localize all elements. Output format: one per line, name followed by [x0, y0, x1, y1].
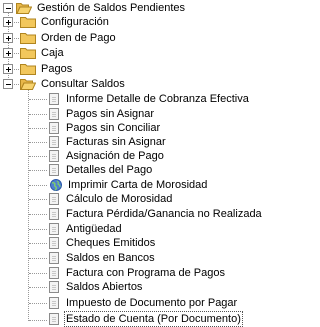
document-icon	[49, 93, 59, 105]
tree-item-label: Informe Detalle de Cobranza Efectiva	[66, 93, 249, 105]
tree-node-label: Configuración	[41, 16, 109, 28]
tree-guide-line	[28, 86, 29, 321]
tree-item-impuesto-documento[interactable]: Impuesto de Documento por Pagar	[49, 295, 239, 311]
folder-icon	[20, 32, 36, 44]
tree-node-label: Orden de Pago	[41, 32, 116, 44]
tree-item-label: Saldos en Bancos	[66, 252, 155, 264]
tree-item-label: Impuesto de Documento por Pagar	[66, 297, 238, 309]
open-folder-icon	[20, 78, 36, 90]
tree-item-factura-perdida-ganancia[interactable]: Factura Pérdida/Ganancia no Realizada	[49, 206, 264, 222]
tree-node-label: Consultar Saldos	[41, 78, 125, 90]
tree-item-estado-de-cuenta[interactable]: Estado de Cuenta (Por Documento)	[49, 311, 243, 327]
tree-node-orden-de-pago[interactable]: Orden de Pago	[20, 30, 118, 46]
tree-item-detalles-del-pago[interactable]: Detalles del Pago	[49, 162, 154, 178]
tree-item-label: Pagos sin Conciliar	[66, 122, 161, 134]
tree-item-label: Cálculo de Morosidad	[66, 193, 173, 205]
tree-node-label: Pagos	[41, 63, 73, 75]
document-icon	[49, 297, 59, 309]
navigation-tree: Gestión de Saldos Pendientes Configuraci…	[0, 0, 262, 327]
document-icon	[49, 313, 59, 325]
document-icon	[49, 164, 59, 176]
expand-toggle[interactable]	[3, 17, 13, 27]
tree-item-label: Estado de Cuenta (Por Documento)	[64, 311, 243, 327]
document-icon	[49, 237, 59, 249]
tree-item-informe-detalle-cobranza[interactable]: Informe Detalle de Cobranza Efectiva	[49, 91, 251, 107]
expand-toggle[interactable]	[3, 33, 13, 43]
tree-item-calculo-de-morosidad[interactable]: Cálculo de Morosidad	[49, 191, 174, 207]
tree-item-label: Asignación de Pago	[66, 150, 164, 162]
document-icon	[49, 208, 59, 220]
tree-item-label: Antigüedad	[66, 223, 122, 235]
tree-node-pagos[interactable]: Pagos	[20, 61, 74, 77]
tree-item-label: Factura con Programa de Pagos	[66, 267, 225, 279]
tree-node-label: Caja	[41, 47, 64, 59]
document-icon	[49, 252, 59, 264]
folder-icon	[20, 16, 36, 28]
tree-item-label: Factura Pérdida/Ganancia no Realizada	[66, 208, 262, 220]
tree-node-consultar-saldos[interactable]: Consultar Saldos	[20, 76, 127, 92]
document-icon	[49, 281, 59, 293]
tree-item-saldos-abiertos[interactable]: Saldos Abiertos	[49, 279, 144, 295]
expand-toggle[interactable]	[3, 64, 13, 74]
collapse-toggle[interactable]	[3, 3, 13, 13]
tree-item-label: Pagos sin Asignar	[66, 108, 155, 120]
tree-item-label: Cheques Emitidos	[66, 237, 156, 249]
document-icon	[49, 108, 59, 120]
tree-node-label: Gestión de Saldos Pendientes	[37, 2, 185, 14]
document-icon	[49, 223, 59, 235]
document-icon	[49, 122, 59, 134]
tree-item-label: Facturas sin Asignar	[66, 136, 166, 148]
tree-node-caja[interactable]: Caja	[20, 45, 66, 61]
tree-item-cheques-emitidos[interactable]: Cheques Emitidos	[49, 235, 157, 251]
tree-item-label: Detalles del Pago	[66, 164, 153, 176]
document-icon	[49, 150, 59, 162]
tree-item-label: Imprimir Carta de Morosidad	[68, 179, 208, 191]
collapse-toggle[interactable]	[3, 79, 13, 89]
open-folder-icon	[16, 2, 32, 14]
tree-node-configuracion[interactable]: Configuración	[20, 14, 111, 30]
folder-icon	[20, 47, 36, 59]
document-icon	[49, 267, 59, 279]
folder-icon	[20, 63, 36, 75]
document-icon	[49, 193, 59, 205]
tree-item-saldos-en-bancos[interactable]: Saldos en Bancos	[49, 250, 157, 266]
globe-icon	[50, 179, 62, 191]
tree-item-label: Saldos Abiertos	[66, 281, 143, 293]
expand-toggle[interactable]	[3, 48, 13, 58]
document-icon	[49, 136, 59, 148]
